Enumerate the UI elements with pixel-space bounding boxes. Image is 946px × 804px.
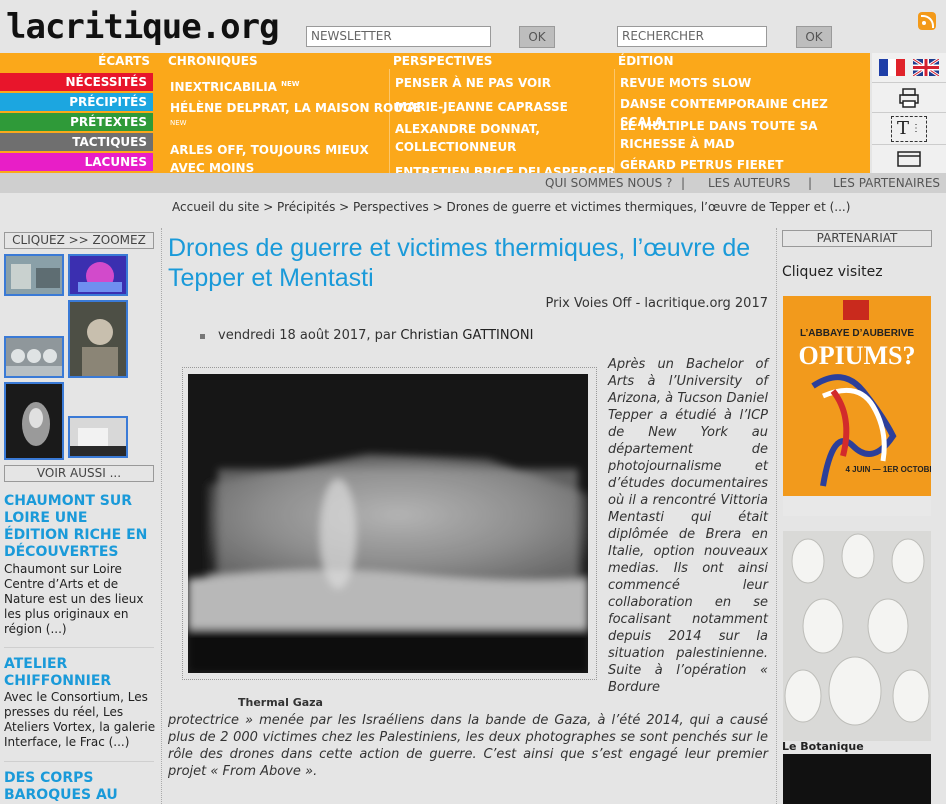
nav-divider	[389, 69, 390, 173]
thumbnail-4[interactable]	[4, 336, 64, 378]
mail-icon	[897, 151, 921, 167]
nav-heading-chroniques[interactable]: CHRONIQUES	[168, 54, 258, 69]
thumbnail-5[interactable]	[4, 382, 64, 460]
article-body-bottom: protectrice » menée par les Israéliens d…	[168, 713, 768, 779]
side-article-text: Avec le Consortium, Les presses du réel,…	[4, 690, 156, 749]
partner-caption: Le Botanique	[782, 740, 864, 753]
breadcrumb[interactable]: Accueil du site > Précipités > Perspecti…	[172, 200, 850, 214]
about-link[interactable]: QUI SOMMES NOUS ?	[545, 173, 672, 193]
poster-dates: 4 JUIN — 1ER OCTOBRE	[846, 465, 931, 474]
bullet-icon	[200, 334, 205, 339]
nav-divider	[614, 69, 615, 173]
thumbnail-2[interactable]	[68, 254, 128, 296]
email-button[interactable]	[872, 144, 946, 173]
click-visit-label: Cliquez visitez	[782, 264, 883, 280]
column-divider	[161, 228, 162, 804]
rss-icon[interactable]	[918, 12, 936, 30]
new-badge: NEW	[281, 80, 300, 88]
text-size-icon: T ⋮	[891, 115, 927, 142]
search-input[interactable]: RECHERCHER	[617, 26, 767, 47]
thumbnail-3[interactable]	[68, 300, 128, 378]
newsletter-ok-button[interactable]: OK	[519, 26, 555, 48]
category-pretextes[interactable]: PRÉTEXTES	[0, 113, 153, 131]
partners-box-title: PARTENARIAT	[782, 230, 932, 247]
article-body-right: Après un Bachelor of Arts à l’University…	[608, 357, 768, 695]
nav-ecarts-heading[interactable]: ÉCARTS	[0, 54, 150, 69]
site-logo[interactable]: lacritique.org	[6, 8, 280, 46]
uk-flag-icon[interactable]	[913, 59, 939, 76]
separator: |	[808, 176, 813, 190]
nav-heading-edition[interactable]: ÉDITION	[618, 54, 674, 69]
authors-link[interactable]: LES AUTEURS	[708, 173, 790, 193]
partner-poster-botanique[interactable]	[783, 531, 931, 741]
article-title: Drones de guerre et victimes thermiques,…	[168, 234, 751, 292]
article-subtitle: Prix Voies Off - lacritique.org 2017	[545, 296, 768, 311]
category-lacunes[interactable]: LACUNES	[0, 153, 153, 171]
column-divider	[776, 228, 777, 804]
poster-title: OPIUMS?	[799, 341, 916, 370]
print-icon	[899, 87, 919, 108]
side-article-title[interactable]: CHAUMONT SUR LOIRE UNE ÉDITION RICHE EN …	[4, 493, 154, 561]
side-article-title[interactable]: DES CORPS BAROQUES AU	[4, 770, 154, 804]
nav-item[interactable]: LE MULTIPLE DANS TOUTE SA RICHESSE À MAD	[620, 117, 820, 153]
nav-item[interactable]: ARLES OFF, TOUJOURS MIEUX AVEC MOINS	[170, 141, 380, 173]
search-ok-button[interactable]: OK	[796, 26, 832, 48]
photo-caption: Thermal Gaza	[238, 696, 323, 709]
partner-poster-opiums[interactable]: L’ABBAYE D’AUBERIVE OPIUMS? 4 JUIN — 1ER…	[783, 296, 931, 516]
divider	[4, 761, 154, 762]
main-nav: ÉCARTS NÉCESSITÉS PRÉCIPITÉS PRÉTEXTES TACT…	[0, 53, 870, 173]
nav-item[interactable]: GÉRARD PETRUS FIERET	[620, 156, 783, 173]
nav-item[interactable]: PENSER À NE PAS VOIR	[395, 74, 551, 92]
nav-item[interactable]: ALEXANDRE DONNAT, COLLECTIONNEUR	[395, 120, 575, 156]
partners-link[interactable]: LES PARTENAIRES	[833, 173, 940, 193]
nav-item[interactable]: ENTRETIEN BRICE DELASPERGER	[395, 163, 615, 173]
separator: |	[681, 176, 686, 190]
side-article-text: Chaumont sur Loire Centre d’Arts et de N…	[4, 562, 144, 636]
category-precipites[interactable]: PRÉCIPITÉS	[0, 93, 153, 111]
see-also-title: VOIR AUSSI ...	[4, 465, 154, 482]
new-badge: NEW	[170, 119, 187, 127]
secondary-nav: QUI SOMMES NOUS ? | LES AUTEURS | LES PA…	[0, 173, 946, 193]
divider	[4, 647, 154, 648]
side-article-title[interactable]: ATELIER CHIFFONNIER	[4, 656, 154, 690]
tools-panel: T ⋮	[872, 53, 946, 173]
category-necessites[interactable]: NÉCESSITÉS	[0, 73, 153, 91]
thumbnail-6[interactable]	[68, 416, 128, 458]
poster-top-text: L’ABBAYE D’AUBERIVE	[800, 328, 914, 339]
fr-flag-icon[interactable]	[879, 59, 905, 76]
nav-item[interactable]: MARIE-JEANNE CAPRASSE	[395, 98, 568, 116]
nav-item[interactable]: INEXTRICABILIA NEW	[170, 75, 300, 96]
nav-item[interactable]: HÉLÈNE DELPRAT, LA MAISON ROUGE	[170, 99, 421, 117]
language-switcher	[872, 53, 946, 82]
partner-poster-3[interactable]	[783, 754, 931, 804]
newsletter-input[interactable]: NEWSLETTER	[306, 26, 491, 47]
article-byline: vendredi 18 août 2017, par Christian GAT…	[200, 328, 533, 343]
nav-item[interactable]: REVUE MOTS SLOW	[620, 74, 751, 92]
author-link[interactable]: Christian GATTINONI	[400, 328, 533, 343]
article-photo[interactable]	[188, 374, 588, 673]
thumbnail-1[interactable]	[4, 254, 64, 296]
category-tactiques[interactable]: TACTIQUES	[0, 133, 153, 151]
print-button[interactable]	[872, 82, 946, 112]
zoom-box-title: CLIQUEZ >> ZOOMEZ	[4, 232, 154, 249]
nav-heading-perspectives[interactable]: PERSPECTIVES	[393, 54, 492, 69]
text-size-button[interactable]: T ⋮	[872, 112, 946, 144]
